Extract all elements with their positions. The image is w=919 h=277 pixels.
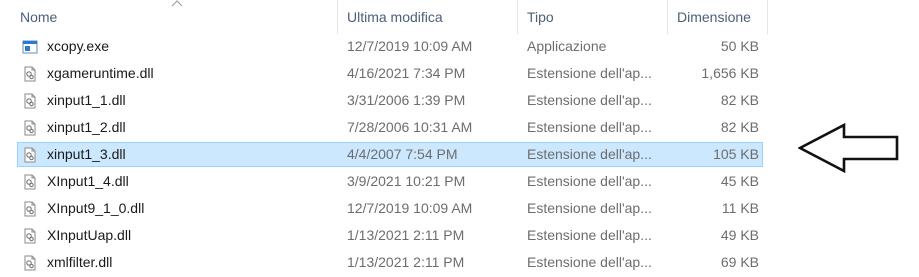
file-type: Estensione dell'ap... bbox=[527, 119, 652, 135]
file-row[interactable]: XInputUap.dll 1/13/2021 2:11 PM Estensione… bbox=[17, 223, 763, 248]
column-divider[interactable] bbox=[667, 0, 668, 34]
column-divider[interactable] bbox=[517, 0, 518, 34]
file-modified: 1/13/2021 2:11 PM bbox=[347, 227, 465, 243]
file-type: Estensione dell'ap... bbox=[527, 200, 652, 216]
column-divider[interactable] bbox=[767, 0, 768, 34]
file-row[interactable]: xcopy.exe 12/7/2019 10:09 AM Applicazione 5… bbox=[17, 34, 763, 59]
dll-file-icon bbox=[22, 93, 38, 109]
file-type: Applicazione bbox=[527, 38, 607, 54]
file-row[interactable]: xgameruntime.dll 4/16/2021 7:34 PM Estensi… bbox=[17, 61, 763, 86]
file-name: xinput1_2.dll bbox=[47, 119, 126, 135]
file-row[interactable]: xinput1_3.dll 4/4/2007 7:54 PM Estensione … bbox=[17, 142, 763, 167]
column-header-bar: Nome Ultima modifica Tipo Dimensione bbox=[0, 0, 768, 34]
column-header-modified[interactable]: Ultima modifica bbox=[345, 0, 443, 34]
file-modified: 7/28/2006 10:31 AM bbox=[347, 119, 473, 135]
file-size: 45 KB bbox=[720, 173, 759, 189]
file-row[interactable]: xmlfilter.dll 1/13/2021 2:11 PM Estensione… bbox=[17, 250, 763, 275]
column-header-size[interactable]: Dimensione bbox=[675, 0, 751, 34]
file-size: 105 KB bbox=[713, 146, 759, 162]
file-modified: 12/7/2019 10:09 AM bbox=[347, 38, 473, 54]
column-divider[interactable] bbox=[337, 0, 338, 34]
file-size: 69 KB bbox=[720, 254, 759, 270]
dll-file-icon bbox=[22, 147, 38, 163]
file-type: Estensione dell'ap... bbox=[527, 173, 652, 189]
file-row[interactable]: XInput9_1_0.dll 12/7/2019 10:09 AM Estensi… bbox=[17, 196, 763, 221]
file-row[interactable]: XInput1_4.dll 3/9/2021 10:21 PM Estensione… bbox=[17, 169, 763, 194]
file-size: 82 KB bbox=[720, 92, 759, 108]
file-size: 1,656 KB bbox=[701, 65, 759, 81]
file-row[interactable]: xinput1_2.dll 7/28/2006 10:31 AM Estension… bbox=[17, 115, 763, 140]
file-name: xinput1_3.dll bbox=[47, 146, 126, 162]
file-type: Estensione dell'ap... bbox=[527, 146, 652, 162]
file-name: xinput1_1.dll bbox=[47, 92, 126, 108]
file-modified: 3/9/2021 10:21 PM bbox=[347, 173, 466, 189]
file-name: xgameruntime.dll bbox=[47, 65, 154, 81]
file-name: xcopy.exe bbox=[47, 38, 109, 54]
file-size: 82 KB bbox=[720, 119, 759, 135]
file-name: xmlfilter.dll bbox=[47, 254, 113, 270]
file-name: XInputUap.dll bbox=[47, 227, 132, 243]
dll-file-icon bbox=[22, 66, 38, 82]
left-arrow-annotation-icon bbox=[798, 122, 899, 174]
column-header-name[interactable]: Nome bbox=[18, 0, 57, 34]
file-size: 11 KB bbox=[721, 200, 759, 216]
file-modified: 1/13/2021 2:11 PM bbox=[347, 254, 465, 270]
file-row[interactable]: xinput1_1.dll 3/31/2006 1:39 PM Estensione… bbox=[17, 88, 763, 113]
file-name: XInput1_4.dll bbox=[47, 173, 129, 189]
file-modified: 4/4/2007 7:54 PM bbox=[347, 146, 458, 162]
dll-file-icon bbox=[22, 255, 38, 271]
file-size: 50 KB bbox=[720, 38, 759, 54]
file-type: Estensione dell'ap... bbox=[527, 65, 652, 81]
application-icon bbox=[22, 39, 38, 55]
file-type: Estensione dell'ap... bbox=[527, 254, 652, 270]
file-name: XInput9_1_0.dll bbox=[47, 200, 145, 216]
file-type: Estensione dell'ap... bbox=[527, 227, 652, 243]
file-modified: 12/7/2019 10:09 AM bbox=[347, 200, 473, 216]
file-type: Estensione dell'ap... bbox=[527, 92, 652, 108]
dll-file-icon bbox=[22, 120, 38, 136]
dll-file-icon bbox=[22, 228, 38, 244]
file-modified: 4/16/2021 7:34 PM bbox=[347, 65, 466, 81]
dll-file-icon bbox=[22, 201, 38, 217]
sort-ascending-icon bbox=[171, 0, 183, 7]
file-size: 49 KB bbox=[720, 227, 759, 243]
file-modified: 3/31/2006 1:39 PM bbox=[347, 92, 466, 108]
column-header-type[interactable]: Tipo bbox=[525, 0, 554, 34]
dll-file-icon bbox=[22, 174, 38, 190]
